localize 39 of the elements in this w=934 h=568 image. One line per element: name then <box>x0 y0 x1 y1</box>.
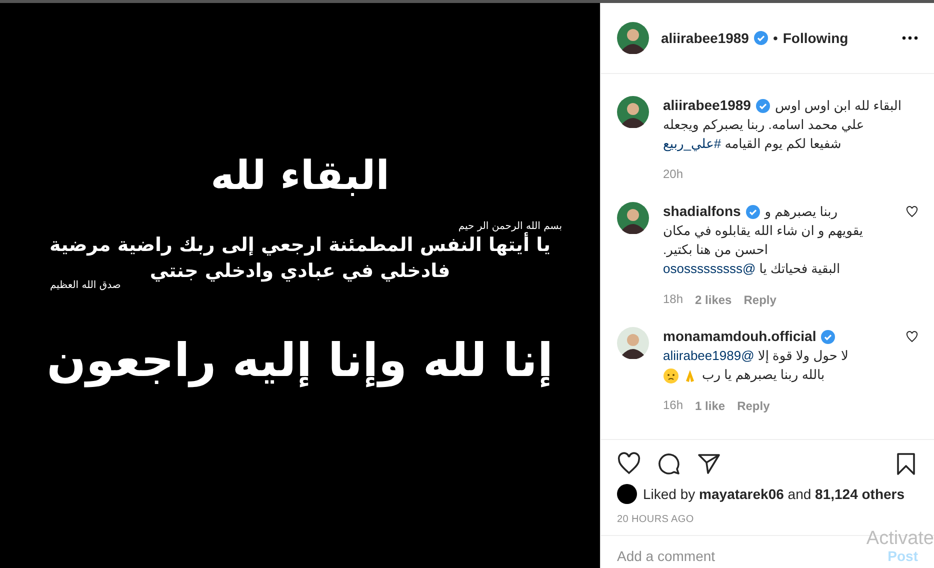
comment-text: ربنا يصبرهم و <box>764 203 838 221</box>
comment-link[interactable]: @ososssssssss <box>663 261 756 276</box>
comment-text: شفيعا لكم يوم القيامه #علي_ربيع <box>663 135 842 153</box>
comment-time: 18h <box>663 291 684 308</box>
image-basmala: بسم الله الرحمن الر حيم <box>458 221 562 232</box>
share-icon[interactable] <box>697 452 721 476</box>
image-verse: يا أيتها النفس المطمئنة ارجعي إلى ربك راضية مرضية <box>50 232 550 258</box>
avatar[interactable] <box>617 327 649 359</box>
sad-face-icon <box>663 368 679 384</box>
username[interactable]: monamamdouh.official <box>663 327 816 346</box>
liker-avatar[interactable] <box>617 484 637 504</box>
like-heart-icon[interactable] <box>906 206 918 218</box>
comment-text: بالله ربنا يصبرهم يا رب <box>663 365 825 384</box>
avatar[interactable] <box>617 202 649 234</box>
image-attribution: صدق الله العظيم <box>50 280 121 291</box>
username[interactable]: shadialfons <box>663 202 741 221</box>
following-button[interactable]: Following <box>782 30 848 46</box>
more-options-icon[interactable] <box>902 36 918 40</box>
avatar[interactable] <box>617 22 649 54</box>
image-closing-text: إنا لله وإنا إليه راجعون <box>46 333 554 387</box>
comment-text: البقاء لله ابن اوس اوس <box>774 97 902 115</box>
image-verse: فادخلي في عبادي وادخلي جنتي <box>150 259 450 284</box>
image-title: البقاء لله <box>210 153 390 199</box>
comment-text: علي محمد اسامه. ربنا يصبركم ويجعله <box>663 116 864 134</box>
comment-text: يقويهم و ان شاء الله يقابلوه في مكان <box>663 222 864 240</box>
likes-summary[interactable]: Liked by mayatarek06 and 81,124 others <box>643 486 905 502</box>
username[interactable]: aliirabee1989 <box>661 30 749 46</box>
like-heart-icon[interactable] <box>906 331 918 343</box>
comment-text: احسن من هنا بكتير. <box>663 241 768 259</box>
username[interactable]: aliirabee1989 <box>663 96 751 115</box>
comment-icon[interactable] <box>657 452 681 476</box>
bookmark-icon[interactable] <box>894 452 918 476</box>
comment-time: 16h <box>663 397 684 414</box>
comment-time: 20h <box>663 166 684 183</box>
heart-icon[interactable] <box>617 452 641 476</box>
comment-link[interactable]: #علي_ربيع <box>663 136 722 151</box>
avatar[interactable] <box>617 96 649 128</box>
separator: • <box>772 30 778 46</box>
comment-link[interactable]: @aliirabee1989 <box>663 348 754 363</box>
